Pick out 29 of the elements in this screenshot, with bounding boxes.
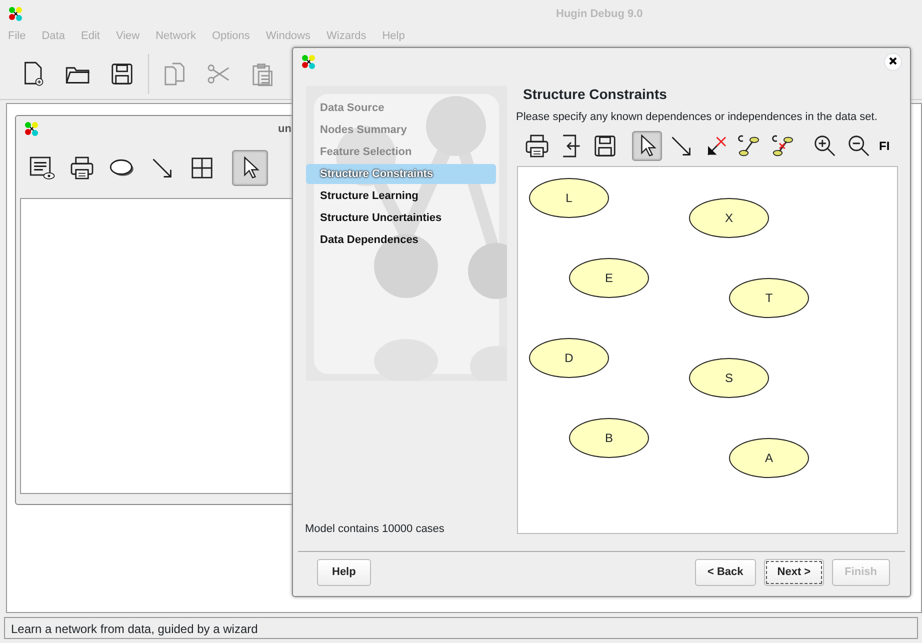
close-icon [889,57,897,66]
graph-node[interactable]: T [729,278,809,318]
graph-node[interactable]: S [689,358,769,398]
info-text: Model contains 10000 cases [305,522,446,536]
window-title: un [278,122,292,137]
graph-node[interactable]: D [529,338,609,378]
wizard-button[interactable]: Next > [764,559,824,586]
list-eye-icon [28,154,56,182]
graph-node[interactable]: E [569,258,649,298]
window-logo-icon [24,121,40,137]
wizard-step[interactable]: Structure Learning [306,186,496,206]
pointer-tool[interactable] [632,130,662,160]
wizard-button[interactable]: Help [317,559,371,586]
graph-node[interactable]: B [569,418,649,458]
step-description: Please specify any known dependences or independences in the data set. [516,110,878,125]
dialog-logo-icon [301,54,317,70]
graph-node[interactable]: X [689,198,769,238]
app-logo-icon [8,6,24,22]
printer-icon [68,154,96,182]
pointer-tool[interactable] [232,150,268,186]
graph-node[interactable]: A [729,438,809,478]
close-button[interactable] [884,53,902,71]
wizard-step[interactable]: Data Dependences [306,230,496,250]
status-text: Learn a network from data, guided by a wizard [4,617,918,639]
wizard-step[interactable]: Structure Uncertainties [306,208,496,228]
fit-button[interactable]: FI [878,130,896,160]
graph-node[interactable]: L [529,178,609,218]
wizard-button[interactable]: < Back [694,559,756,586]
step-heading: Structure Constraints [523,85,668,104]
